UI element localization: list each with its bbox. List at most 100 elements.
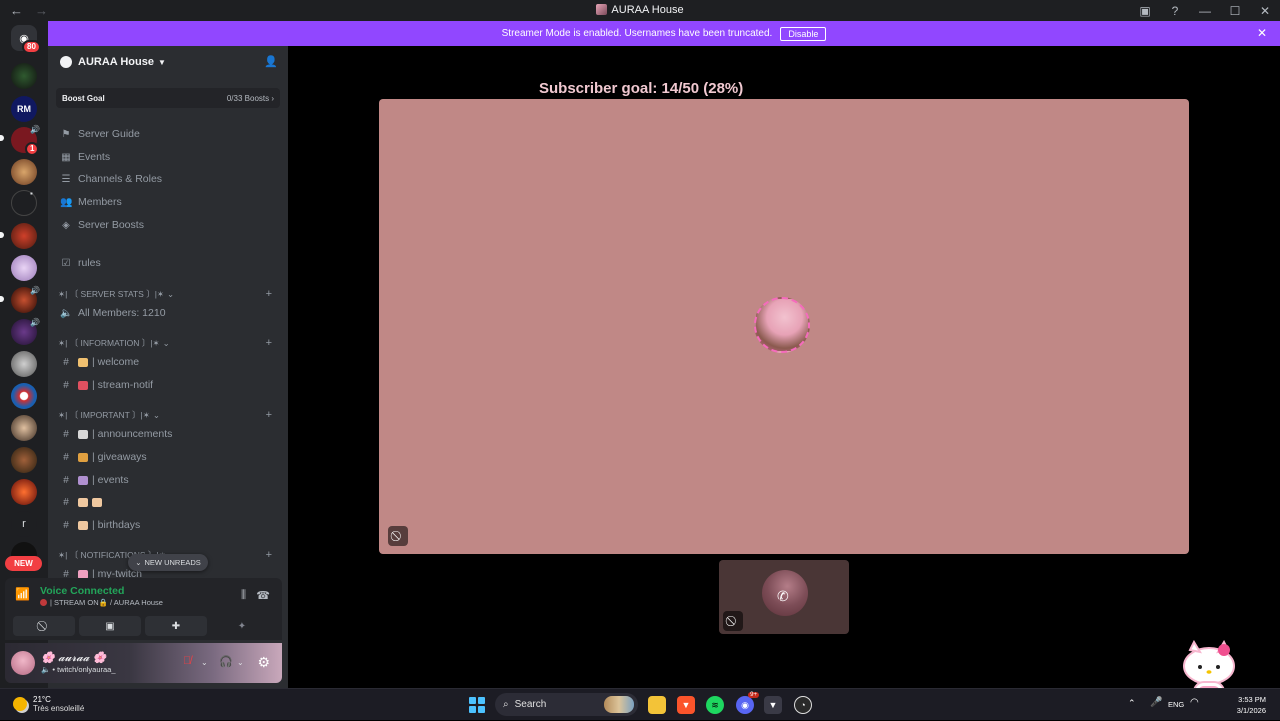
create-channel-icon[interactable]: + <box>266 288 272 300</box>
server-icon-rm[interactable]: RM <box>11 96 37 122</box>
language-indicator[interactable]: ENG <box>1168 700 1184 709</box>
search-icon: ⌕ <box>503 699 509 710</box>
inbox-icon[interactable]: ▣ <box>1130 4 1160 18</box>
create-channel-icon[interactable]: + <box>266 337 272 349</box>
mic-options-chevron-icon[interactable]: ⌄ <box>201 658 208 667</box>
activities-button[interactable]: ✚ <box>145 616 207 636</box>
category-server-stats[interactable]: ✶| 〔 SERVER STATS 〕|✶ ⌄ + <box>58 287 280 301</box>
nav-server-boosts[interactable]: ◈ Server Boosts <box>56 215 280 235</box>
audio-options-chevron-icon[interactable]: ⌄ <box>237 658 244 667</box>
stream-settings-icon[interactable]: ⃠ <box>388 526 408 546</box>
nav-members[interactable]: 👥 Members <box>56 192 280 212</box>
gear-icon[interactable]: ⚙ <box>257 654 270 671</box>
server-icon-red-logo[interactable] <box>11 479 37 505</box>
chevron-down-icon: ⌄ <box>162 337 170 348</box>
microphone-icon[interactable]: 🎤 <box>1150 697 1162 708</box>
streamer-mode-message: Streamer Mode is enabled. Usernames have… <box>501 28 773 39</box>
headphones-deafened-icon[interactable]: 🎧 <box>219 655 233 668</box>
voice-channel-path[interactable]: | STREAM ON🔒 / AURAA House <box>40 598 163 607</box>
channel-cakes[interactable]: # <box>56 492 280 512</box>
server-icon-portrait[interactable] <box>11 415 37 441</box>
new-unreads-button[interactable]: ⌄ NEW UNREADS <box>128 554 208 571</box>
server-icon-anime[interactable] <box>11 159 37 185</box>
server-icon-pink[interactable] <box>11 255 37 281</box>
disconnect-icon[interactable]: ☎ <box>256 589 270 602</box>
channel-giveaways[interactable]: # | giveaways <box>56 447 280 467</box>
streaming-app-icon[interactable]: ▼ <box>764 696 782 714</box>
voice-volume-icon: 🔊 <box>30 125 40 134</box>
channel-welcome[interactable]: # | welcome <box>56 352 280 372</box>
brave-browser-icon[interactable]: ▼ <box>677 696 695 714</box>
channel-events[interactable]: # | events <box>56 470 280 490</box>
boost-goal-bar[interactable]: Boost Goal 0/33 Boosts › <box>56 88 280 108</box>
server-icon-ks[interactable] <box>11 223 37 249</box>
maximize-icon[interactable]: ☐ <box>1220 4 1250 18</box>
title-bar: ← → AURAA House ▣ ? — ☐ ✕ <box>0 0 1280 21</box>
file-explorer-icon[interactable] <box>648 696 666 714</box>
minimize-icon[interactable]: — <box>1190 4 1220 18</box>
chevron-up-icon[interactable]: ⌃ <box>1128 698 1136 709</box>
temperature: 21°C <box>33 695 51 704</box>
channel-birthdays[interactable]: # | birthdays <box>56 515 280 535</box>
server-icon-scene[interactable] <box>11 447 37 473</box>
taskbar-search[interactable]: ⌕ Search <box>495 693 638 716</box>
speaker-icon: 🔈 <box>41 665 51 674</box>
create-channel-icon[interactable]: + <box>266 549 272 561</box>
search-label: Search <box>514 699 547 710</box>
new-servers-pill[interactable]: NEW <box>5 556 42 571</box>
clock[interactable]: 3:53 PM 3/1/2026 <box>1230 694 1266 716</box>
server-icon-dark[interactable] <box>11 190 37 216</box>
stream-stage[interactable]: ⃠ <box>379 99 1189 554</box>
chevron-down-icon: ⌄ <box>152 409 160 420</box>
soundboard-button[interactable]: ✦ <box>211 616 273 636</box>
channel-stream-notif[interactable]: # | stream-notif <box>56 375 280 395</box>
voice-volume-icon: ▪ <box>30 189 33 198</box>
signal-icon[interactable]: 📶 <box>15 587 30 601</box>
server-icon-letter[interactable]: r <box>11 511 37 537</box>
close-window-icon[interactable]: ✕ <box>1250 4 1280 18</box>
spotify-icon[interactable]: ≋ <box>706 696 724 714</box>
server-header[interactable]: AURAA House ▼ 👤 <box>48 46 288 78</box>
search-highlight-image <box>604 696 634 713</box>
server-icon-roleplay[interactable] <box>11 63 37 89</box>
members-icon: 👥 <box>60 196 73 208</box>
camera-off-button[interactable]: ⃠ <box>13 616 75 636</box>
hash-icon: # <box>63 428 69 440</box>
wifi-icon[interactable]: ◠ <box>1190 697 1199 708</box>
tile-settings-icon[interactable]: ⃠ <box>723 611 743 631</box>
server-icon-medic[interactable] <box>11 383 37 409</box>
close-icon[interactable]: ✕ <box>1257 26 1267 40</box>
cake-emoji-icon <box>92 497 102 507</box>
megaphone-emoji-icon <box>78 380 88 390</box>
discord-icon[interactable]: ◉ 9+ <box>736 692 759 714</box>
category-information[interactable]: ✶| 〔 INFORMATION 〕|✶ ⌄ + <box>58 336 280 350</box>
weather-widget[interactable]: 21°C Très ensoleillé <box>13 695 84 713</box>
nav-events[interactable]: ▦ Events <box>56 147 280 167</box>
disable-streamer-mode-button[interactable]: Disable <box>780 26 827 41</box>
nav-channels-roles[interactable]: ☰ Channels & Roles <box>56 169 280 189</box>
help-icon[interactable]: ? <box>1160 4 1190 18</box>
create-channel-icon[interactable]: + <box>266 409 272 421</box>
server-icon-hoodie[interactable] <box>11 351 37 377</box>
hash-icon: # <box>63 474 69 486</box>
obs-icon[interactable]: ◔ <box>794 696 812 714</box>
start-button[interactable] <box>469 697 485 713</box>
screen-share-button[interactable]: ▣ <box>79 616 141 636</box>
back-icon[interactable]: ← <box>10 3 23 18</box>
channel-rules[interactable]: ☑ rules <box>56 253 280 273</box>
add-member-icon[interactable]: 👤 <box>264 55 278 68</box>
server-dot-icon <box>40 599 47 606</box>
participant-tile[interactable]: ✆ ⃠ <box>719 560 849 634</box>
nav-server-guide[interactable]: ⚑ Server Guide <box>56 124 280 144</box>
avatar[interactable] <box>11 651 35 675</box>
forward-icon[interactable]: → <box>35 3 48 18</box>
noise-suppression-icon[interactable]: ⫼ <box>241 589 246 602</box>
taskbar: 21°C Très ensoleillé ⌕ Search ▼ ≋ ◉ 9+ ▼ … <box>0 688 1280 720</box>
channel-announcements[interactable]: # | announcements <box>56 424 280 444</box>
channel-all-members[interactable]: 🔈 All Members: 1210 <box>56 303 280 323</box>
mic-muted-icon[interactable]: 🎙̸ <box>183 655 191 667</box>
voice-connected-status[interactable]: Voice Connected <box>40 585 124 597</box>
username[interactable]: 🌸 𝓪𝓾𝓻𝓪𝓪 🌸 <box>41 651 107 665</box>
server-logo-icon <box>60 56 72 68</box>
category-important[interactable]: ✶| 〔 IMPORTANT 〕|✶ ⌄ + <box>58 408 280 422</box>
